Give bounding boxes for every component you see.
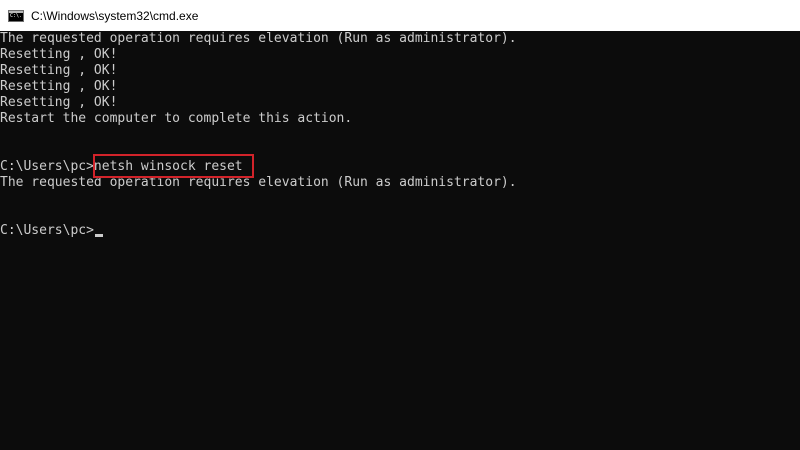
title-bar[interactable]: C:\. C:\Windows\system32\cmd.exe [0,0,800,31]
console-line-1: The requested operation requires elevati… [0,31,517,46]
console-line-5: Resetting , OK! [0,95,118,110]
console-prompt-line[interactable]: C:\Users\pc> [0,223,103,239]
console-app-icon-glyph: C:\. [10,12,23,19]
console-line-4: Resetting , OK! [0,79,118,94]
console-output[interactable]: The requested operation requires elevati… [0,31,800,450]
console-prompt: C:\Users\pc> [0,223,94,238]
cmd-window: C:\. C:\Windows\system32\cmd.exe The req… [0,0,800,450]
command-highlight-box [93,154,254,178]
console-line-10: The requested operation requires elevati… [0,175,517,190]
console-line-3: Resetting , OK! [0,63,118,78]
console-line-6: Restart the computer to complete this ac… [0,111,353,126]
console-line-2: Resetting , OK! [0,47,118,62]
console-app-icon: C:\. [8,9,24,22]
text-cursor [94,234,103,237]
window-title: C:\Windows\system32\cmd.exe [31,8,199,23]
